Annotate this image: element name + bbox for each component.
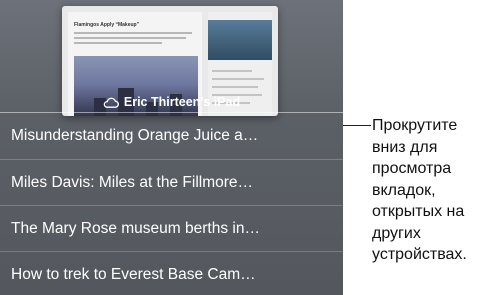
- sidebar-text-line: [212, 86, 258, 88]
- tab-item[interactable]: Misunderstanding Orange Juice a…: [0, 113, 343, 159]
- device-name: Eric Thirteen’s iPad: [123, 95, 241, 109]
- tab-item[interactable]: How to trek to Everest Base Cam…: [0, 251, 343, 295]
- cloud-icon: [103, 97, 119, 108]
- icloud-tabs-screen: Flamingos Apply “Makeup” Eric Thirteen’s…: [0, 0, 343, 295]
- device-header: Eric Thirteen’s iPad: [0, 92, 343, 112]
- tab-title: How to trek to Everest Base Cam…: [11, 265, 256, 283]
- thumbnail-title: Flamingos Apply “Makeup”: [74, 22, 140, 28]
- thumbnail-text-line: [74, 42, 162, 44]
- tab-title: The Mary Rose museum berths in…: [11, 219, 260, 237]
- tab-item[interactable]: The Mary Rose museum berths in…: [0, 205, 343, 251]
- tab-title: Misunderstanding Orange Juice a…: [11, 127, 259, 144]
- tab-title: Miles Davis: Miles at the Fillmore…: [11, 173, 254, 191]
- callout-leader-line: [343, 125, 371, 126]
- tab-list: Misunderstanding Orange Juice a… Miles D…: [0, 112, 343, 295]
- callout-text: Прокрутите вниз для просмотра вкладок, о…: [372, 117, 467, 263]
- tab-item[interactable]: Miles Davis: Miles at the Fillmore…: [0, 159, 343, 205]
- thumbnail-sidebar-image: [208, 20, 272, 60]
- thumbnail-text-line: [74, 32, 192, 34]
- thumbnail-text-line: [74, 37, 186, 39]
- sidebar-text-line: [212, 78, 264, 80]
- sidebar-text-line: [212, 70, 252, 72]
